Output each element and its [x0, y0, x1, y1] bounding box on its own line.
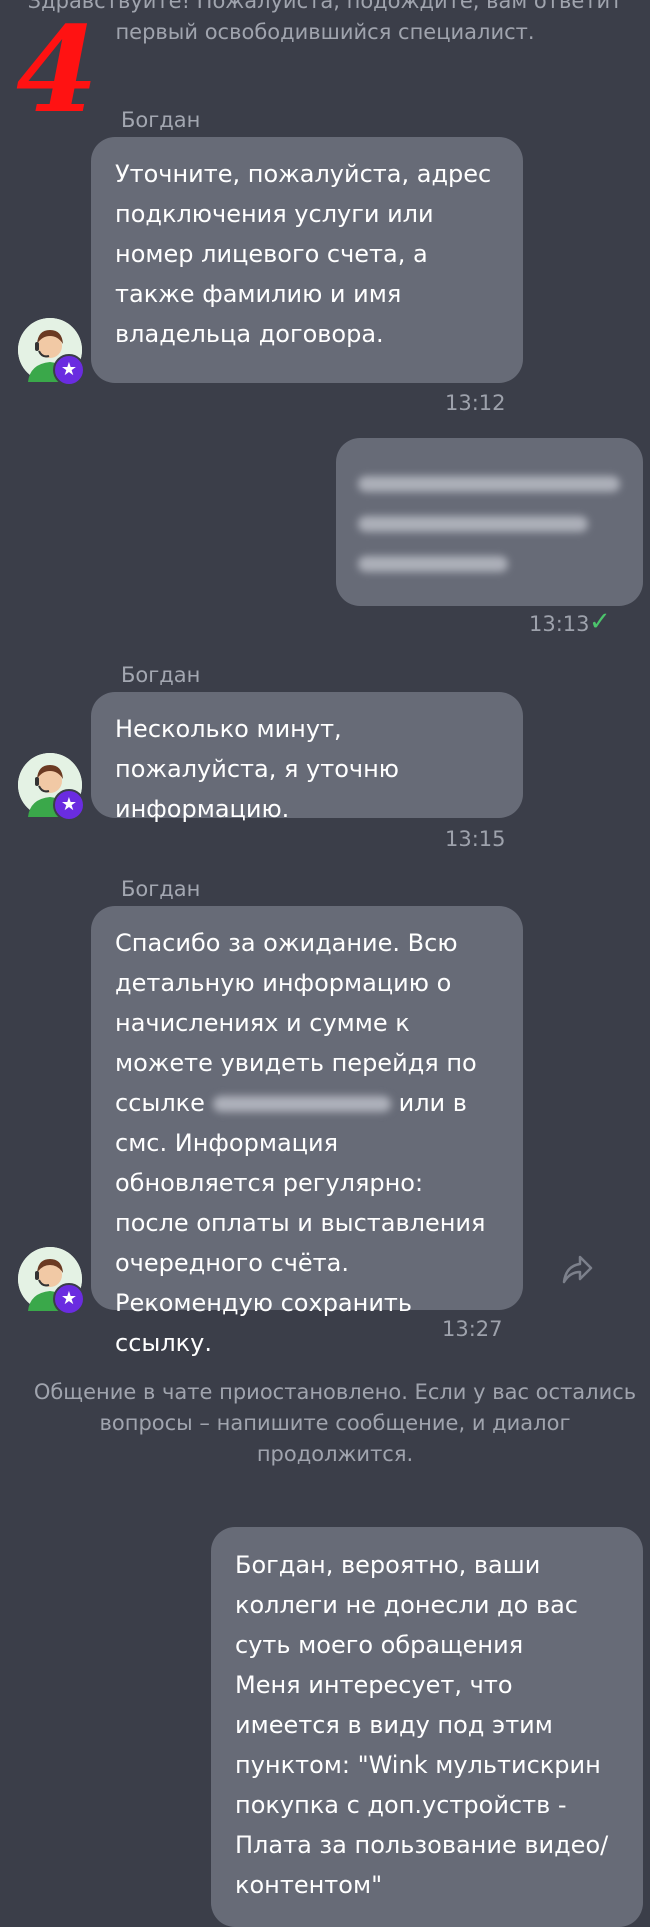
message-text-cont: или в смс. Информация обновляется регуля… [115, 1089, 486, 1357]
incoming-message[interactable]: Спасибо за ожидание. Всю детальную инфор… [91, 906, 523, 1357]
outgoing-message[interactable]: Богдан, вероятно, ваши коллеги не донесл… [211, 1527, 643, 1927]
message-time: 13:15 [445, 827, 506, 851]
incoming-message[interactable]: Уточните, пожалуйста, адрес подключения … [91, 137, 523, 383]
step-number: 4 [16, 0, 99, 139]
agent-avatar: ★ [18, 1247, 85, 1315]
message-text: Уточните, пожалуйста, адрес подключения … [115, 160, 492, 348]
message-time: 13:27 [442, 1317, 503, 1341]
sender-name: Богдан [121, 663, 201, 687]
star-icon: ★ [53, 354, 85, 386]
message-time: 13:13 [529, 612, 590, 636]
sender-name: Богдан [121, 108, 201, 132]
star-icon: ★ [53, 789, 85, 821]
message-text: Богдан, вероятно, ваши коллеги не донесл… [235, 1551, 609, 1899]
checkmark-icon: ✓ [589, 607, 611, 637]
sender-name: Богдан [121, 877, 201, 901]
share-icon[interactable] [560, 1252, 594, 1286]
message-text: Несколько минут, пожалуйста, я уточню ин… [115, 715, 399, 823]
message-time: 13:12 [445, 391, 506, 415]
agent-avatar: ★ [18, 753, 85, 821]
agent-avatar: ★ [18, 318, 85, 386]
incoming-message[interactable]: Несколько минут, пожалуйста, я уточню ин… [91, 692, 523, 823]
blurred-text [358, 476, 620, 492]
blurred-text [358, 516, 588, 532]
outgoing-message[interactable] [336, 438, 643, 606]
system-notice: Общение в чате приостановлено. Если у ва… [33, 1380, 637, 1466]
star-icon: ★ [53, 1283, 85, 1315]
blurred-text [358, 556, 508, 572]
blurred-link[interactable] [212, 1096, 391, 1112]
